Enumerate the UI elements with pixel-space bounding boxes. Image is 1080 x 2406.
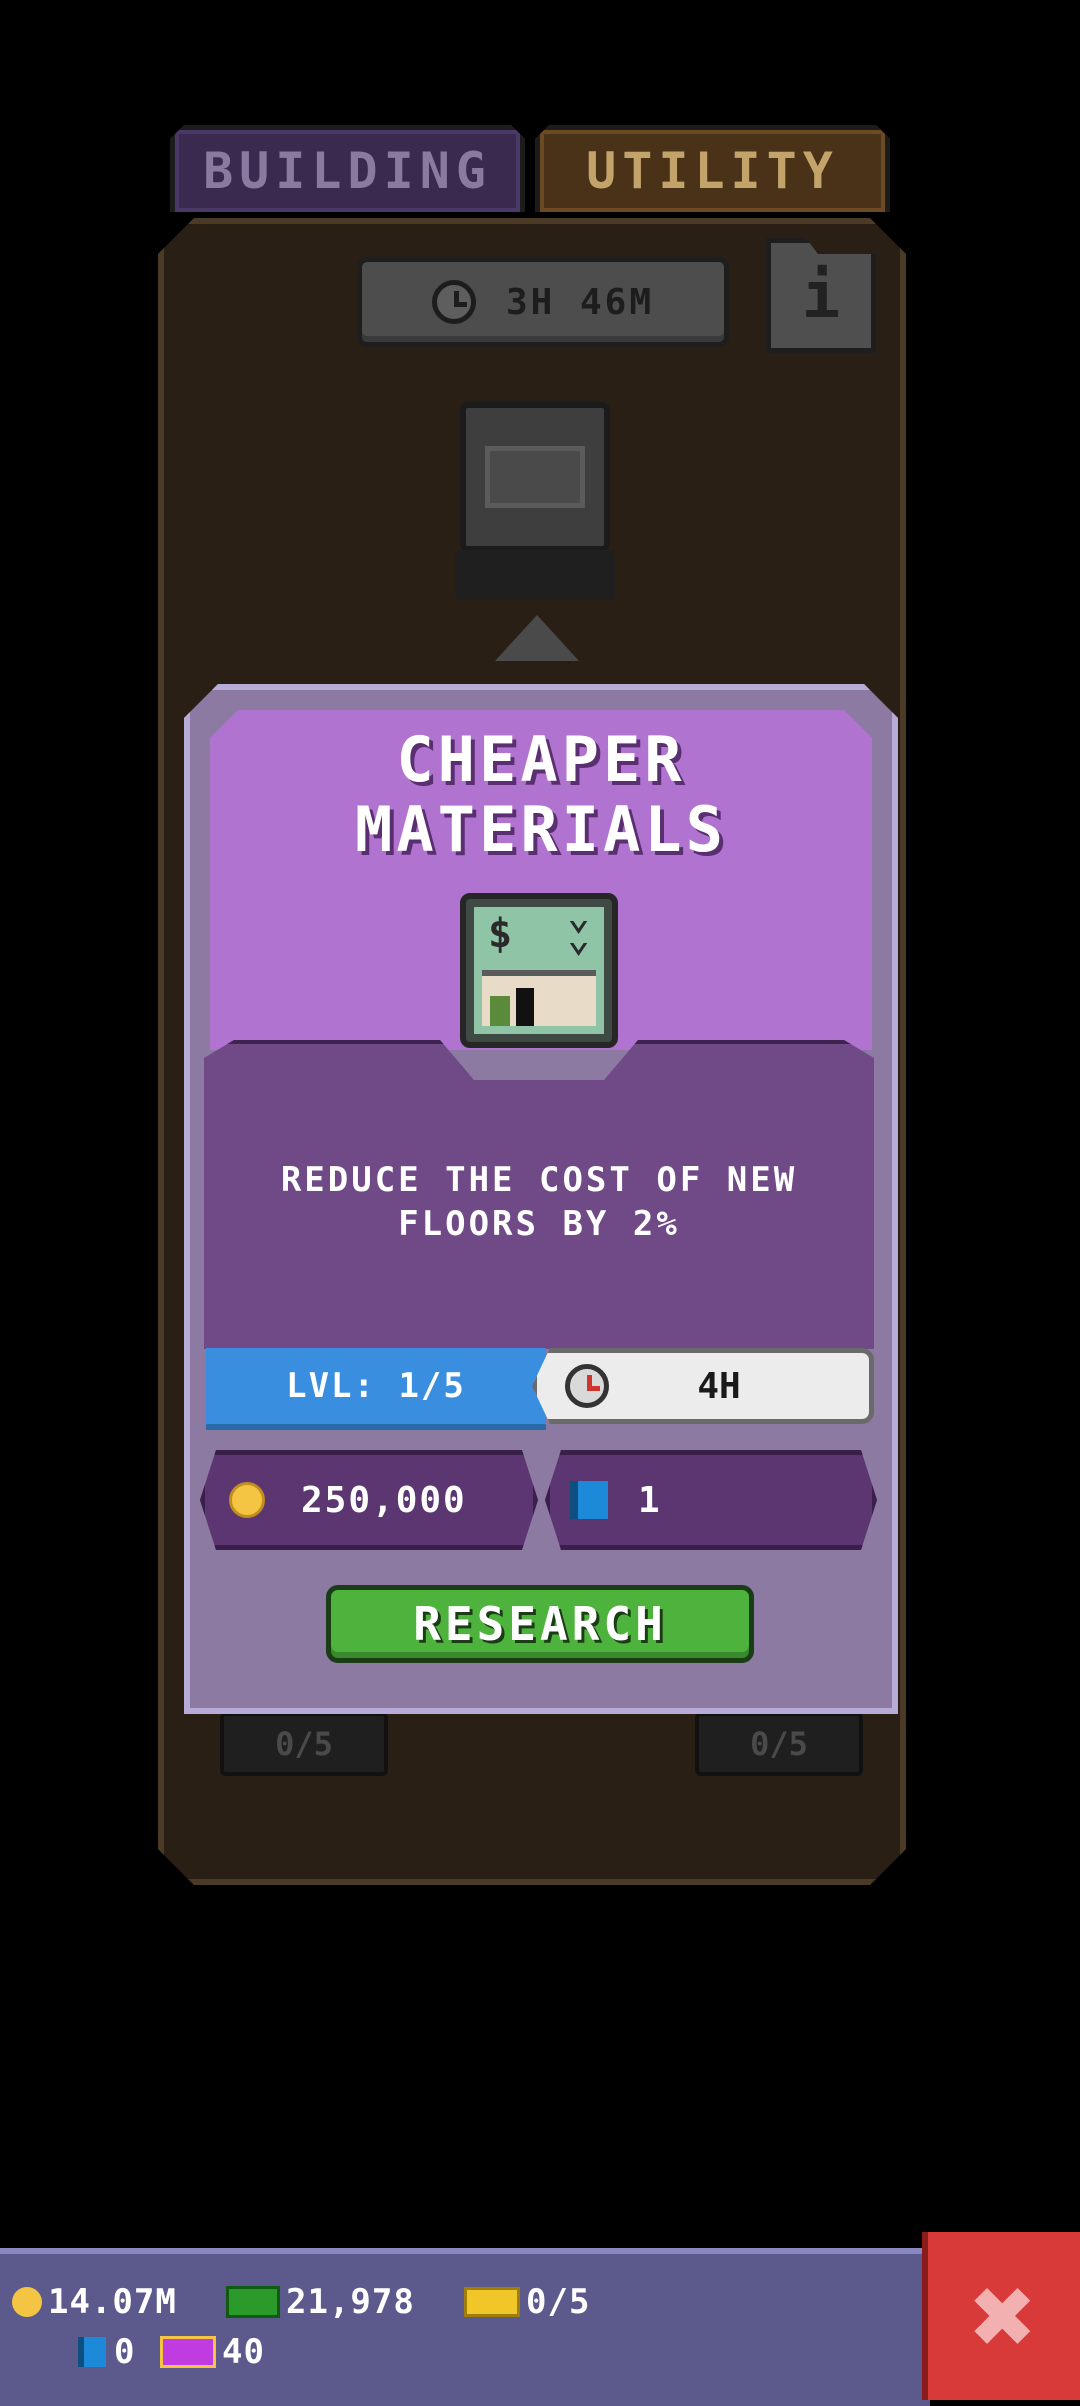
tab-building[interactable]: BUILDING xyxy=(170,125,525,212)
research-book-icon xyxy=(78,2337,106,2367)
clock-icon xyxy=(431,280,476,324)
coin-cost-value: 250,000 xyxy=(301,1479,467,1521)
research-book-icon xyxy=(570,1481,608,1519)
research-description: REDUCE THE COST OF NEW FLOORS BY 2% xyxy=(204,1158,874,1246)
tickets-value: 0/5 xyxy=(526,2282,591,2322)
cheaper-materials-icon: $ ⌄ ⌄ xyxy=(460,893,618,1048)
coins-stat: 14.07M xyxy=(12,2282,177,2322)
research-duration: 4H xyxy=(532,1348,874,1424)
node-count-right: 0/5 xyxy=(695,1712,863,1776)
description-line-2: FLOORS BY 2% xyxy=(398,1204,680,1244)
tree-arrow-icon xyxy=(495,615,579,661)
books-value: 0 xyxy=(114,2332,136,2372)
description-line-1: REDUCE THE COST OF NEW xyxy=(280,1160,798,1200)
ticket-icon xyxy=(464,2287,520,2317)
gems-stat: 40 xyxy=(160,2332,265,2372)
coins-value: 14.07M xyxy=(48,2282,177,2322)
node-count-left: 0/5 xyxy=(220,1712,388,1776)
level-indicator: LVL: 1/5 xyxy=(206,1348,546,1430)
timer-label: 3H 46M xyxy=(505,281,655,323)
currency-bar xyxy=(0,2248,930,2406)
locked-node-icon xyxy=(485,446,585,508)
close-button[interactable]: ✖ xyxy=(922,2232,1080,2400)
bux-icon xyxy=(226,2286,280,2318)
close-icon: ✖ xyxy=(970,2252,1038,2380)
coin-icon xyxy=(12,2287,42,2317)
golden-ticket-icon xyxy=(160,2336,216,2368)
bux-stat: 21,978 xyxy=(226,2282,415,2322)
tickets-stat: 0/5 xyxy=(464,2282,590,2322)
gems-value: 40 xyxy=(222,2332,265,2372)
clock-icon xyxy=(565,1364,609,1408)
info-button[interactable]: i xyxy=(766,238,876,353)
books-stat: 0 xyxy=(78,2332,135,2372)
title-line-2: MATERIALS xyxy=(355,793,727,866)
research-timer: 3H 46M xyxy=(357,257,729,347)
coin-cost: 250,000 xyxy=(200,1450,538,1550)
bux-value: 21,978 xyxy=(286,2282,415,2322)
coin-icon xyxy=(229,1482,265,1518)
tab-utility[interactable]: UTILITY xyxy=(535,125,890,212)
duration-label: 4H xyxy=(697,1365,741,1407)
research-title: CHEAPER MATERIALS xyxy=(184,725,898,865)
book-cost: 1 xyxy=(545,1450,877,1550)
locked-node-base xyxy=(455,550,615,600)
book-cost-value: 1 xyxy=(638,1479,662,1521)
research-button[interactable]: RESEARCH xyxy=(326,1585,754,1663)
title-line-1: CHEAPER xyxy=(396,723,686,796)
locked-research-node[interactable] xyxy=(460,402,610,552)
